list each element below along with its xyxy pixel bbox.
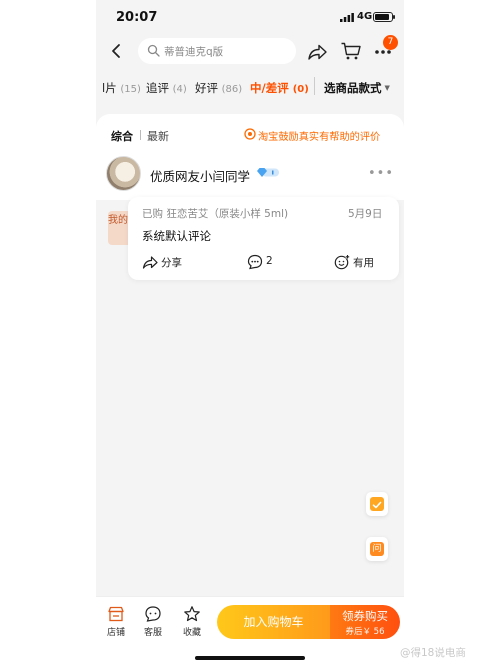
share-icon[interactable]: [306, 42, 328, 62]
header: 蒂普迪克q版 7: [96, 34, 404, 68]
review-tabs: l片 (15) 追评 (4) 好评 (86) 中/差评 (0) 选商品款式 ▼: [96, 68, 404, 106]
battery-icon: [373, 12, 395, 22]
home-indicator: [195, 656, 305, 660]
check-icon: [370, 497, 384, 511]
share-label: 分享: [161, 257, 182, 269]
buy-label: 领券购买: [342, 609, 388, 623]
comment-icon: [247, 254, 263, 270]
back-icon[interactable]: [106, 40, 128, 62]
chevron-down-icon: ▼: [384, 84, 390, 92]
select-variant-label: 选商品款式: [324, 81, 382, 95]
tab-count: (4): [172, 84, 187, 95]
sort-latest[interactable]: 最新: [147, 128, 169, 144]
purchase-info: 已购 狂恋苦艾（原装小样 5ml): [142, 208, 289, 220]
cart-icon[interactable]: [340, 41, 362, 61]
service-icon: [145, 606, 161, 622]
floating-ask-button[interactable]: 问: [366, 537, 388, 561]
tab-divider: [314, 77, 315, 95]
tab-positive[interactable]: 好评 (86): [195, 80, 242, 96]
network-label: 4G: [357, 11, 373, 22]
tab-images[interactable]: l片 (15): [102, 80, 141, 96]
search-bar[interactable]: 蒂普迪克q版: [138, 38, 296, 64]
tab-label: l片: [102, 81, 117, 95]
review-card: 已购 狂恋苦艾（原装小样 5ml) 5月9日 系统默认评论 分享 2 有用: [128, 197, 399, 280]
my-review-label: 我的: [108, 215, 128, 226]
select-variant-dropdown[interactable]: 选商品款式 ▼: [324, 80, 390, 96]
useful-label: 有用: [353, 257, 374, 269]
search-placeholder: 蒂普迪克q版: [164, 46, 224, 58]
service-button[interactable]: 客服: [138, 605, 168, 639]
comment-button[interactable]: 2: [247, 254, 287, 270]
watermark-text: @得18说电商: [400, 647, 466, 659]
review-date: 5月9日: [348, 208, 383, 220]
tab-label: 追评: [146, 81, 169, 95]
tab-followup[interactable]: 追评 (4): [146, 80, 187, 96]
sort-comprehensive[interactable]: 综合: [111, 128, 133, 144]
share-button[interactable]: 分享: [142, 254, 192, 270]
tab-label: 中/差评: [250, 81, 289, 95]
review-content: 系统默认评论: [142, 229, 211, 243]
star-icon: [184, 606, 200, 622]
review-list: 综合 最新 淘宝鼓励真实有帮助的评价 优质网友小闫同学 ••• 我的 已购 狂恋…: [96, 114, 404, 596]
comment-count: 2: [266, 255, 273, 267]
phone-screen: 20:07 4G 蒂普迪克q版 7 l片 (15) 追评 (4) 好评 (86)…: [96, 0, 404, 667]
ask-label: 问: [370, 542, 384, 556]
badge-icon: [244, 128, 256, 140]
my-review-tag: 我的: [108, 211, 128, 245]
useful-button[interactable]: 有用: [334, 254, 384, 270]
tab-count: (15): [120, 84, 141, 95]
store-button[interactable]: 店铺: [101, 605, 131, 639]
reviewer-row: 优质网友小闫同学 •••: [96, 154, 404, 200]
sort-bar: 综合 最新 淘宝鼓励真实有帮助的评价: [96, 114, 404, 154]
favorite-button[interactable]: 收藏: [177, 605, 207, 639]
add-to-cart-button[interactable]: 加入购物车: [217, 605, 330, 639]
favorite-label: 收藏: [182, 628, 201, 638]
tab-label: 好评: [195, 81, 218, 95]
buy-with-coupon-button[interactable]: 领券购买 券后￥ 56: [330, 605, 400, 639]
store-label: 店铺: [106, 628, 125, 638]
signal-icon: [340, 13, 354, 22]
more-options-icon[interactable]: •••: [368, 166, 394, 181]
smile-plus-icon: [334, 254, 350, 270]
coupon-price: 券后￥ 56: [345, 627, 385, 637]
vip-diamond-icon: [257, 168, 279, 177]
status-bar: 20:07 4G: [96, 0, 404, 34]
floating-checkin-button[interactable]: [366, 492, 388, 516]
tab-negative[interactable]: 中/差评 (0): [250, 80, 309, 96]
avatar[interactable]: [106, 156, 141, 191]
store-icon: [108, 606, 124, 622]
share-icon: [142, 256, 158, 269]
reviewer-name[interactable]: 优质网友小闫同学: [150, 166, 250, 185]
search-icon: [147, 44, 160, 57]
service-label: 客服: [143, 628, 162, 638]
tab-count: (86): [221, 84, 243, 95]
status-time: 20:07: [116, 10, 158, 25]
sort-divider: [140, 130, 141, 140]
promo-text: 淘宝鼓励真实有帮助的评价: [258, 132, 381, 143]
cart-badge: 7: [383, 35, 398, 50]
tab-count: (0): [292, 84, 309, 95]
